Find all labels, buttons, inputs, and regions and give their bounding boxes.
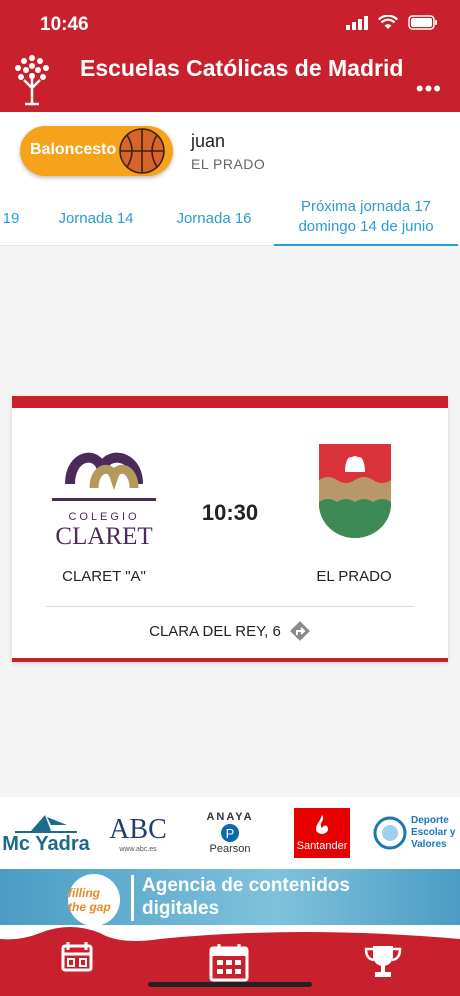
deporte-badge-icon <box>373 816 407 850</box>
basketball-icon <box>119 128 165 174</box>
sponsor-abc-label: ABC <box>109 813 167 845</box>
round-tabs: 19 Jornada 14 Jornada 16 Próxima jornada… <box>0 190 460 246</box>
sponsor-abc[interactable]: ABC www.abc.es <box>98 797 178 869</box>
away-team-name: EL PRADO <box>316 568 392 585</box>
sponsor-mcyadra-label: Mc Yadra <box>2 832 90 855</box>
user-name: juan <box>191 131 226 151</box>
sponsor-abc-url: www.abc.es <box>119 845 157 853</box>
crest-text-bottom: CLARET <box>55 523 152 550</box>
sport-label: Baloncesto <box>30 141 117 158</box>
venue-address: CLARA DEL REY, 6 <box>149 622 281 640</box>
match-card[interactable]: COLEGIO CLARET 10:30 CLARET "A" EL PRADO… <box>12 396 448 662</box>
pearson-p-icon: P <box>221 824 239 842</box>
santander-logo: Santander <box>294 808 350 858</box>
tab-label: Jornada 14 <box>58 209 134 227</box>
banner-separator <box>131 875 134 921</box>
sponsor-pearson-label: Pearson <box>209 843 251 855</box>
directions-icon[interactable] <box>289 620 311 642</box>
app-logo-tree-icon <box>15 55 49 106</box>
wifi-icon <box>378 15 398 29</box>
tab-date: domingo 14 de junio <box>298 218 434 235</box>
sponsor-mcyadra[interactable]: Mc Yadra <box>0 797 92 869</box>
scoreboard-icon <box>49 930 105 986</box>
home-indicator <box>148 982 312 987</box>
club-name: EL PRADO <box>191 156 266 172</box>
more-options-button[interactable]: ••• <box>416 76 442 102</box>
match-time: 10:30 <box>201 500 259 525</box>
sponsor-santander[interactable]: Santander <box>294 797 350 869</box>
claret-crest-logo: COLEGIO CLARET <box>52 452 156 550</box>
tab-label: 19 <box>2 209 20 227</box>
venue-link[interactable]: CLARA DEL REY, 6 <box>12 620 448 642</box>
santander-flame-icon <box>316 815 328 834</box>
tab-label: Próxima jornada 17 <box>300 198 432 215</box>
sponsor-anaya-label: ANAYA <box>206 811 254 823</box>
signal-icon <box>346 15 368 30</box>
tab-round-19[interactable]: 19 <box>0 190 22 246</box>
status-icons <box>346 15 438 30</box>
banner-text-line-2: digitales <box>142 898 220 919</box>
sponsor-anaya-pearson[interactable]: ANAYA P Pearson <box>196 797 264 869</box>
banner-text: Agencia de contenidos digitales <box>142 874 350 920</box>
nav-tab-calendar-icon[interactable] <box>207 942 251 982</box>
card-divider <box>46 606 414 607</box>
status-time: 10:46 <box>40 14 89 35</box>
svg-text:P: P <box>226 826 235 841</box>
battery-icon <box>408 15 437 30</box>
mcyadra-sail-icon <box>15 814 77 833</box>
app-header: 10:46 Escuelas Católicas de Madrid ••• <box>0 0 460 112</box>
app-title: Escuelas Católicas de Madrid <box>80 55 404 81</box>
tab-round-16[interactable]: Jornada 16 <box>166 190 262 246</box>
filling-the-gap-logo: filling the gap <box>68 874 120 925</box>
tab-round-14[interactable]: Jornada 14 <box>48 190 144 246</box>
sponsor-deporte-escolar[interactable]: Deporte Escolar y Valores <box>372 797 458 869</box>
nav-tab-trophy-icon[interactable] <box>363 942 403 982</box>
sponsors-strip: Mc Yadra ABC www.abc.es ANAYA P Pearson … <box>0 797 460 869</box>
sport-pill[interactable]: Baloncesto <box>20 126 173 176</box>
santander-label: Santander <box>296 840 348 852</box>
team-selector[interactable]: Baloncesto juan EL PRADO <box>0 112 460 190</box>
ad-banner[interactable]: filling the gap Agencia de contenidos di… <box>0 869 460 925</box>
el-prado-crest-logo <box>319 444 391 538</box>
crest-text-top: COLEGIO <box>68 511 139 523</box>
tab-label: Jornada 16 <box>176 209 252 227</box>
home-team-name: CLARET "A" <box>62 568 146 585</box>
deporte-label: Deporte Escolar y Valores <box>411 815 456 850</box>
tab-next-round-17[interactable]: Próxima jornada 17 domingo 14 de junio <box>274 190 458 246</box>
banner-text-line-1: Agencia de contenidos <box>142 875 350 896</box>
